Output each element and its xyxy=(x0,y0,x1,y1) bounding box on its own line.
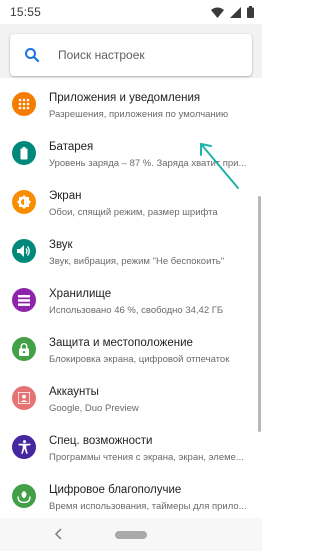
status-time: 15:55 xyxy=(10,5,42,19)
settings-item-accounts[interactable]: Аккаунты Google, Duo Preview xyxy=(0,378,262,427)
arrow-icon xyxy=(196,140,242,197)
lock-icon xyxy=(12,337,36,361)
settings-item-subtitle: Звук, вибрация, режим "Не беспокоить" xyxy=(49,256,225,267)
brightness-icon xyxy=(12,190,36,214)
status-icons xyxy=(211,5,254,19)
search-area xyxy=(0,24,262,78)
settings-item-subtitle: Google, Duo Preview xyxy=(49,403,139,414)
battery-icon xyxy=(247,6,254,18)
apps-icon xyxy=(12,92,36,116)
settings-item-title: Цифровое благополучие xyxy=(49,484,182,496)
nav-bar xyxy=(0,518,262,551)
settings-item-title: Батарея xyxy=(49,141,94,153)
storage-icon xyxy=(12,288,36,312)
settings-item-sound[interactable]: Звук Звук, вибрация, режим "Не беспокоит… xyxy=(0,231,262,280)
accessibility-icon xyxy=(12,435,36,459)
settings-item-title: Хранилище xyxy=(49,288,112,300)
scrollbar[interactable] xyxy=(258,196,261,432)
settings-item-title: Аккаунты xyxy=(49,386,99,398)
settings-item-security[interactable]: Защита и местоположение Блокировка экран… xyxy=(0,329,262,378)
account-icon xyxy=(12,386,36,410)
settings-item-title: Экран xyxy=(49,190,82,202)
search-icon[interactable] xyxy=(24,47,40,63)
status-bar: 15:55 xyxy=(0,0,262,24)
settings-item-subtitle: Программы чтения с экрана, экран, элеме.… xyxy=(49,452,244,463)
settings-item-subtitle: Использовано 46 %, свободно 34,42 ГБ xyxy=(49,305,224,316)
settings-item-subtitle: Блокировка экрана, цифровой отпечаток xyxy=(49,354,230,365)
settings-item-title: Приложения и уведомления xyxy=(49,92,201,104)
settings-item-accessibility[interactable]: Спец. возможности Программы чтения с экр… xyxy=(0,427,262,476)
settings-item-title: Защита и местоположение xyxy=(49,337,193,349)
signal-icon xyxy=(230,6,241,18)
settings-item-subtitle: Разрешения, приложения по умолчанию xyxy=(49,109,229,120)
settings-item-subtitle: Время использования, таймеры для прило..… xyxy=(49,501,247,512)
volume-icon xyxy=(12,239,36,263)
settings-item-title: Звук xyxy=(49,239,73,251)
settings-item-subtitle: Обои, спящий режим, размер шрифта xyxy=(49,207,218,218)
back-icon[interactable] xyxy=(52,527,66,541)
settings-item-title: Спец. возможности xyxy=(49,435,153,447)
settings-item-storage[interactable]: Хранилище Использовано 46 %, свободно 34… xyxy=(0,280,262,329)
home-pill[interactable] xyxy=(115,531,147,539)
settings-item-apps[interactable]: Приложения и уведомления Разрешения, при… xyxy=(0,84,262,133)
wellbeing-icon xyxy=(12,484,36,508)
search-box[interactable] xyxy=(10,34,252,76)
wifi-icon xyxy=(211,7,224,18)
search-input[interactable] xyxy=(58,34,238,76)
battery-icon xyxy=(12,141,36,165)
